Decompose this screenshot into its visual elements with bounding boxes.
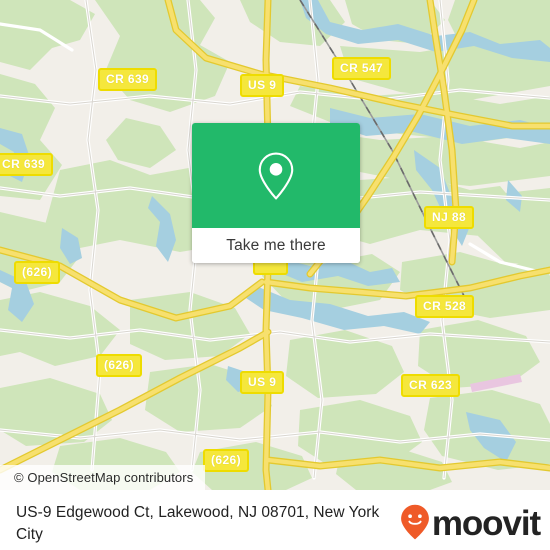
road-shield[interactable]: US 9 xyxy=(240,371,285,394)
moovit-smiley-pin-icon xyxy=(400,504,429,540)
road-shield[interactable]: CR 528 xyxy=(415,295,475,318)
road-shield[interactable]: CR 547 xyxy=(332,57,392,80)
road-shield[interactable]: CR 623 xyxy=(401,374,461,397)
address-label: US-9 Edgewood Ct, Lakewood, NJ 08701, Ne… xyxy=(16,504,380,543)
road-shield[interactable]: NJ 88 xyxy=(424,206,475,229)
osm-attribution-text: © OpenStreetMap contributors xyxy=(14,470,194,485)
osm-attribution[interactable]: © OpenStreetMap contributors xyxy=(0,465,206,490)
road-shield[interactable]: (626) xyxy=(203,449,250,472)
map-pin-icon xyxy=(258,152,294,199)
take-me-there-button[interactable]: Take me there xyxy=(192,228,360,263)
take-me-there-card[interactable]: Take me there xyxy=(192,123,360,263)
map-canvas[interactable]: CR 639 US 9 CR 547 CR 639 NJ 88 (626) CR… xyxy=(0,0,550,490)
road-shield[interactable]: (626) xyxy=(96,354,143,377)
footer-bar: US-9 Edgewood Ct, Lakewood, NJ 08701, Ne… xyxy=(0,490,550,550)
moovit-logo[interactable]: moovit xyxy=(400,502,541,543)
card-icon-area xyxy=(192,123,360,228)
road-shield[interactable]: US 9 xyxy=(240,74,285,97)
moovit-wordmark: moovit xyxy=(431,503,541,543)
road-shield[interactable]: CR 639 xyxy=(98,68,158,91)
road-shield[interactable]: (626) xyxy=(14,261,61,284)
road-shield[interactable]: CR 639 xyxy=(0,153,54,176)
take-me-there-label: Take me there xyxy=(226,236,326,254)
moovit-map-share-card: CR 639 US 9 CR 547 CR 639 NJ 88 (626) CR… xyxy=(0,0,550,550)
